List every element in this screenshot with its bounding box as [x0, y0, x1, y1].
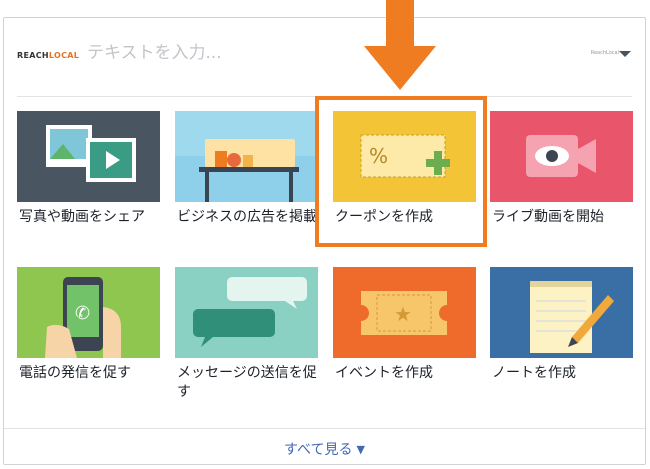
card-share-photo-video[interactable]: 写真や動画をシェア — [17, 111, 160, 227]
post-text-input[interactable]: テキストを入力... — [87, 38, 222, 63]
phone-call-icon: ✆ — [17, 267, 160, 358]
live-video-icon — [490, 111, 633, 202]
brand-logo: REACHLOCAL — [17, 51, 80, 60]
coupon-highlight-box — [315, 96, 487, 247]
see-all-link[interactable]: すべて見る ▼ — [4, 439, 645, 459]
note-icon — [490, 267, 633, 358]
card-label: イベントを作成 — [335, 365, 433, 381]
card-label: メッセージの送信を促す — [177, 365, 317, 400]
card-label: 写真や動画をシェア — [19, 209, 145, 225]
composer-header: REACHLOCAL テキストを入力... ReachLocal — [4, 18, 645, 93]
message-icon — [175, 267, 318, 358]
card-business-ad[interactable]: ビジネスの広告を掲載 — [175, 111, 318, 227]
arrow-down-icon — [364, 0, 436, 90]
divider — [4, 428, 645, 429]
photo-video-icon — [17, 111, 160, 202]
card-label: 電話の発信を促す — [19, 365, 131, 381]
card-label: ビジネスの広告を掲載 — [177, 209, 317, 225]
card-label: ライブ動画を開始 — [492, 209, 604, 225]
card-create-note[interactable]: ノートを作成 — [490, 267, 633, 383]
card-encourage-call[interactable]: ✆ 電話の発信を促す — [17, 267, 160, 383]
chevron-down-icon[interactable] — [619, 51, 631, 57]
event-ticket-icon: ★ — [333, 267, 476, 358]
chevron-down-icon: ▼ — [356, 443, 365, 456]
card-encourage-message[interactable]: メッセージの送信を促す — [175, 267, 318, 402]
account-name[interactable]: ReachLocal — [591, 50, 619, 56]
card-create-event[interactable]: ★ イベントを作成 — [333, 267, 476, 383]
store-ad-icon — [175, 111, 318, 202]
card-label: ノートを作成 — [492, 365, 576, 381]
svg-text:✆: ✆ — [75, 303, 90, 324]
svg-text:★: ★ — [394, 302, 412, 326]
card-start-live-video[interactable]: ライブ動画を開始 — [490, 111, 633, 227]
